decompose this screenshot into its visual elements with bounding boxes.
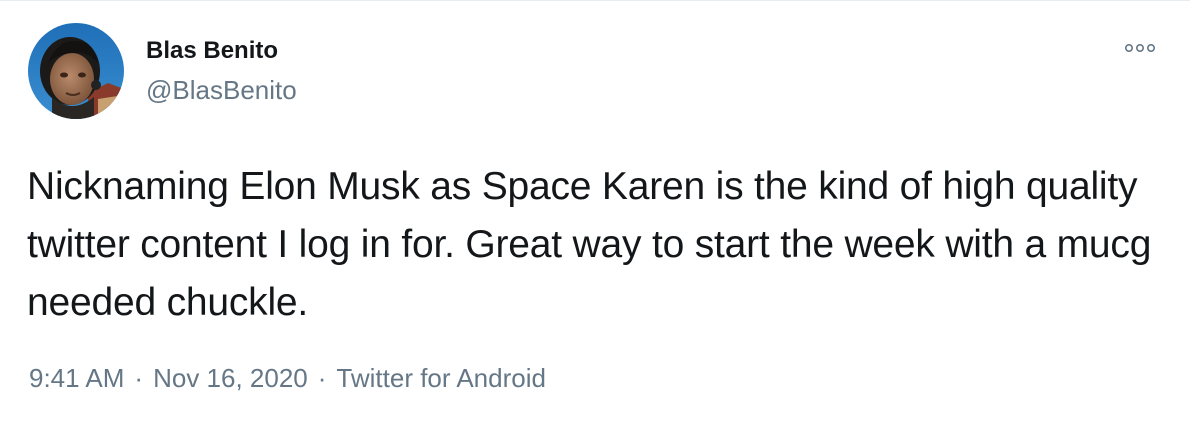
tweet-source[interactable]: Twitter for Android: [336, 362, 546, 394]
tweet-date[interactable]: Nov 16, 2020: [153, 362, 308, 394]
separator: ·: [134, 363, 144, 393]
separator: ·: [317, 363, 327, 393]
avatar-image: [28, 23, 124, 119]
tweet-text: Nicknaming Elon Musk as Space Karen is t…: [27, 165, 1152, 324]
author-display-name[interactable]: Blas Benito: [146, 37, 278, 65]
more-options-icon: [1125, 43, 1155, 53]
tweet-time[interactable]: 9:41 AM: [29, 362, 124, 394]
author-handle[interactable]: @BlasBenito: [146, 75, 297, 105]
more-options-button[interactable]: [1118, 36, 1162, 60]
avatar[interactable]: [28, 23, 124, 119]
tweet-card: Blas Benito @BlasBenito Nicknaming Elon …: [0, 0, 1190, 426]
tweet-metadata: 9:41 AM · Nov 16, 2020 · Twitter for And…: [29, 362, 546, 394]
